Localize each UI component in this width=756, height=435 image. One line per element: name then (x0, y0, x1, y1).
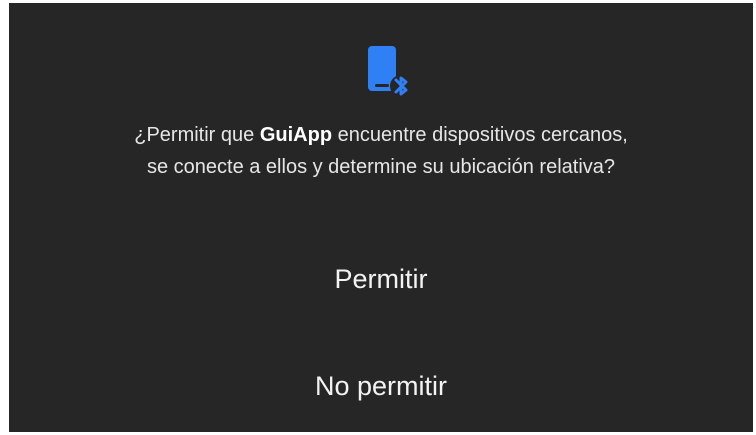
message-suffix: encuentre dispositivos cercanos, (332, 124, 628, 146)
message-line-1: ¿Permitir que GuiApp encuentre dispositi… (9, 119, 753, 151)
phone-bluetooth-icon (364, 44, 414, 102)
permission-message: ¿Permitir que GuiApp encuentre dispositi… (9, 119, 753, 183)
deny-button[interactable]: No permitir (239, 358, 523, 414)
permission-dialog: ¿Permitir que GuiApp encuentre dispositi… (9, 3, 753, 432)
app-name: GuiApp (259, 124, 333, 146)
message-line-2: se conecte a ellos y determine su ubicac… (146, 156, 616, 178)
allow-button[interactable]: Permitir (239, 251, 523, 307)
message-prefix: ¿Permitir que (134, 124, 260, 146)
